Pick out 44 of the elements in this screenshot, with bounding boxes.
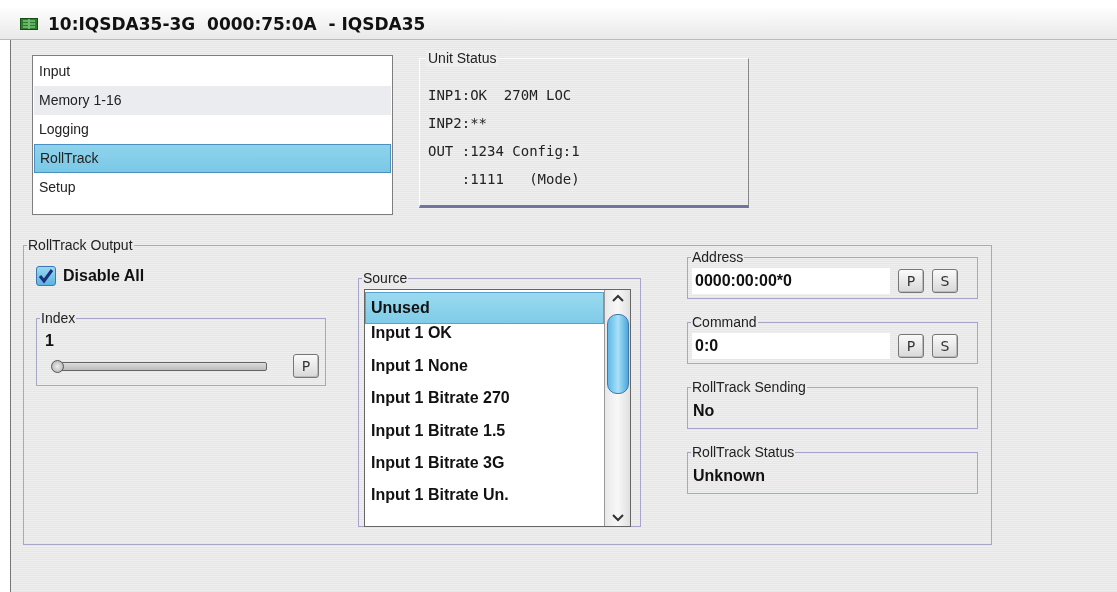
list-item[interactable]: Input 1 OK (365, 324, 604, 357)
list-item[interactable]: Input 1 Bitrate 270 (365, 389, 604, 422)
list-item[interactable]: Input 1 Bitrate 1.5 (365, 421, 604, 454)
group-label: Index (40, 310, 77, 326)
checkbox[interactable] (36, 266, 56, 286)
p-button[interactable]: P (293, 354, 319, 378)
list-item[interactable]: Input 1 Bitrate Un. (365, 486, 604, 519)
menu-item[interactable]: Setup (34, 173, 391, 202)
address-field[interactable]: 0000:00:00*0 (692, 268, 890, 294)
checkbox-label: Disable All (63, 267, 145, 285)
window-title: 10:IQSDA35-3G 0000:75:0A - IQSDA35 (48, 13, 426, 34)
slider[interactable] (51, 358, 267, 374)
menu-item[interactable]: Memory 1-16 (34, 86, 391, 115)
group-label: Address (691, 249, 745, 265)
scrollbar[interactable] (604, 290, 630, 526)
index-value: 1 (45, 332, 54, 350)
status-line: :1111 (Mode) (460, 170, 581, 189)
list-item[interactable]: Unused (365, 292, 604, 325)
menu-item[interactable]: Logging (34, 115, 391, 144)
group-label: Command (691, 314, 758, 330)
group-label: Unit Status (426, 50, 499, 66)
group-label: RollTrack Status (691, 444, 796, 460)
scroll-up-icon[interactable] (611, 294, 624, 302)
menu-item[interactable]: RollTrack (34, 144, 391, 173)
small-button[interactable]: P (898, 334, 924, 358)
slider-thumb[interactable] (51, 359, 64, 373)
sending-value: No (693, 402, 715, 420)
list-item[interactable]: Input 1 None (365, 356, 604, 390)
command-field[interactable]: 0:0 (692, 333, 890, 359)
status-line: INP1:OK 270M LOC (428, 86, 573, 105)
scrollbar-thumb[interactable] (606, 314, 629, 394)
status-value: Unknown (693, 467, 765, 485)
group-label: RollTrack Output (27, 237, 134, 253)
small-button[interactable]: P (898, 269, 924, 293)
list-item[interactable]: Input 1 Bitrate 3G (365, 453, 604, 487)
app-icon (20, 17, 38, 30)
group-label: RollTrack Sending (691, 379, 807, 395)
small-button[interactable]: S (932, 269, 958, 293)
group-label: Source (362, 270, 409, 286)
status-line: INP2:** (428, 114, 488, 133)
small-button[interactable]: S (932, 334, 958, 358)
menu-item[interactable]: Input (34, 57, 391, 86)
scroll-down-icon[interactable] (611, 514, 624, 522)
status-line: OUT :1234 Config:1 (428, 142, 581, 161)
